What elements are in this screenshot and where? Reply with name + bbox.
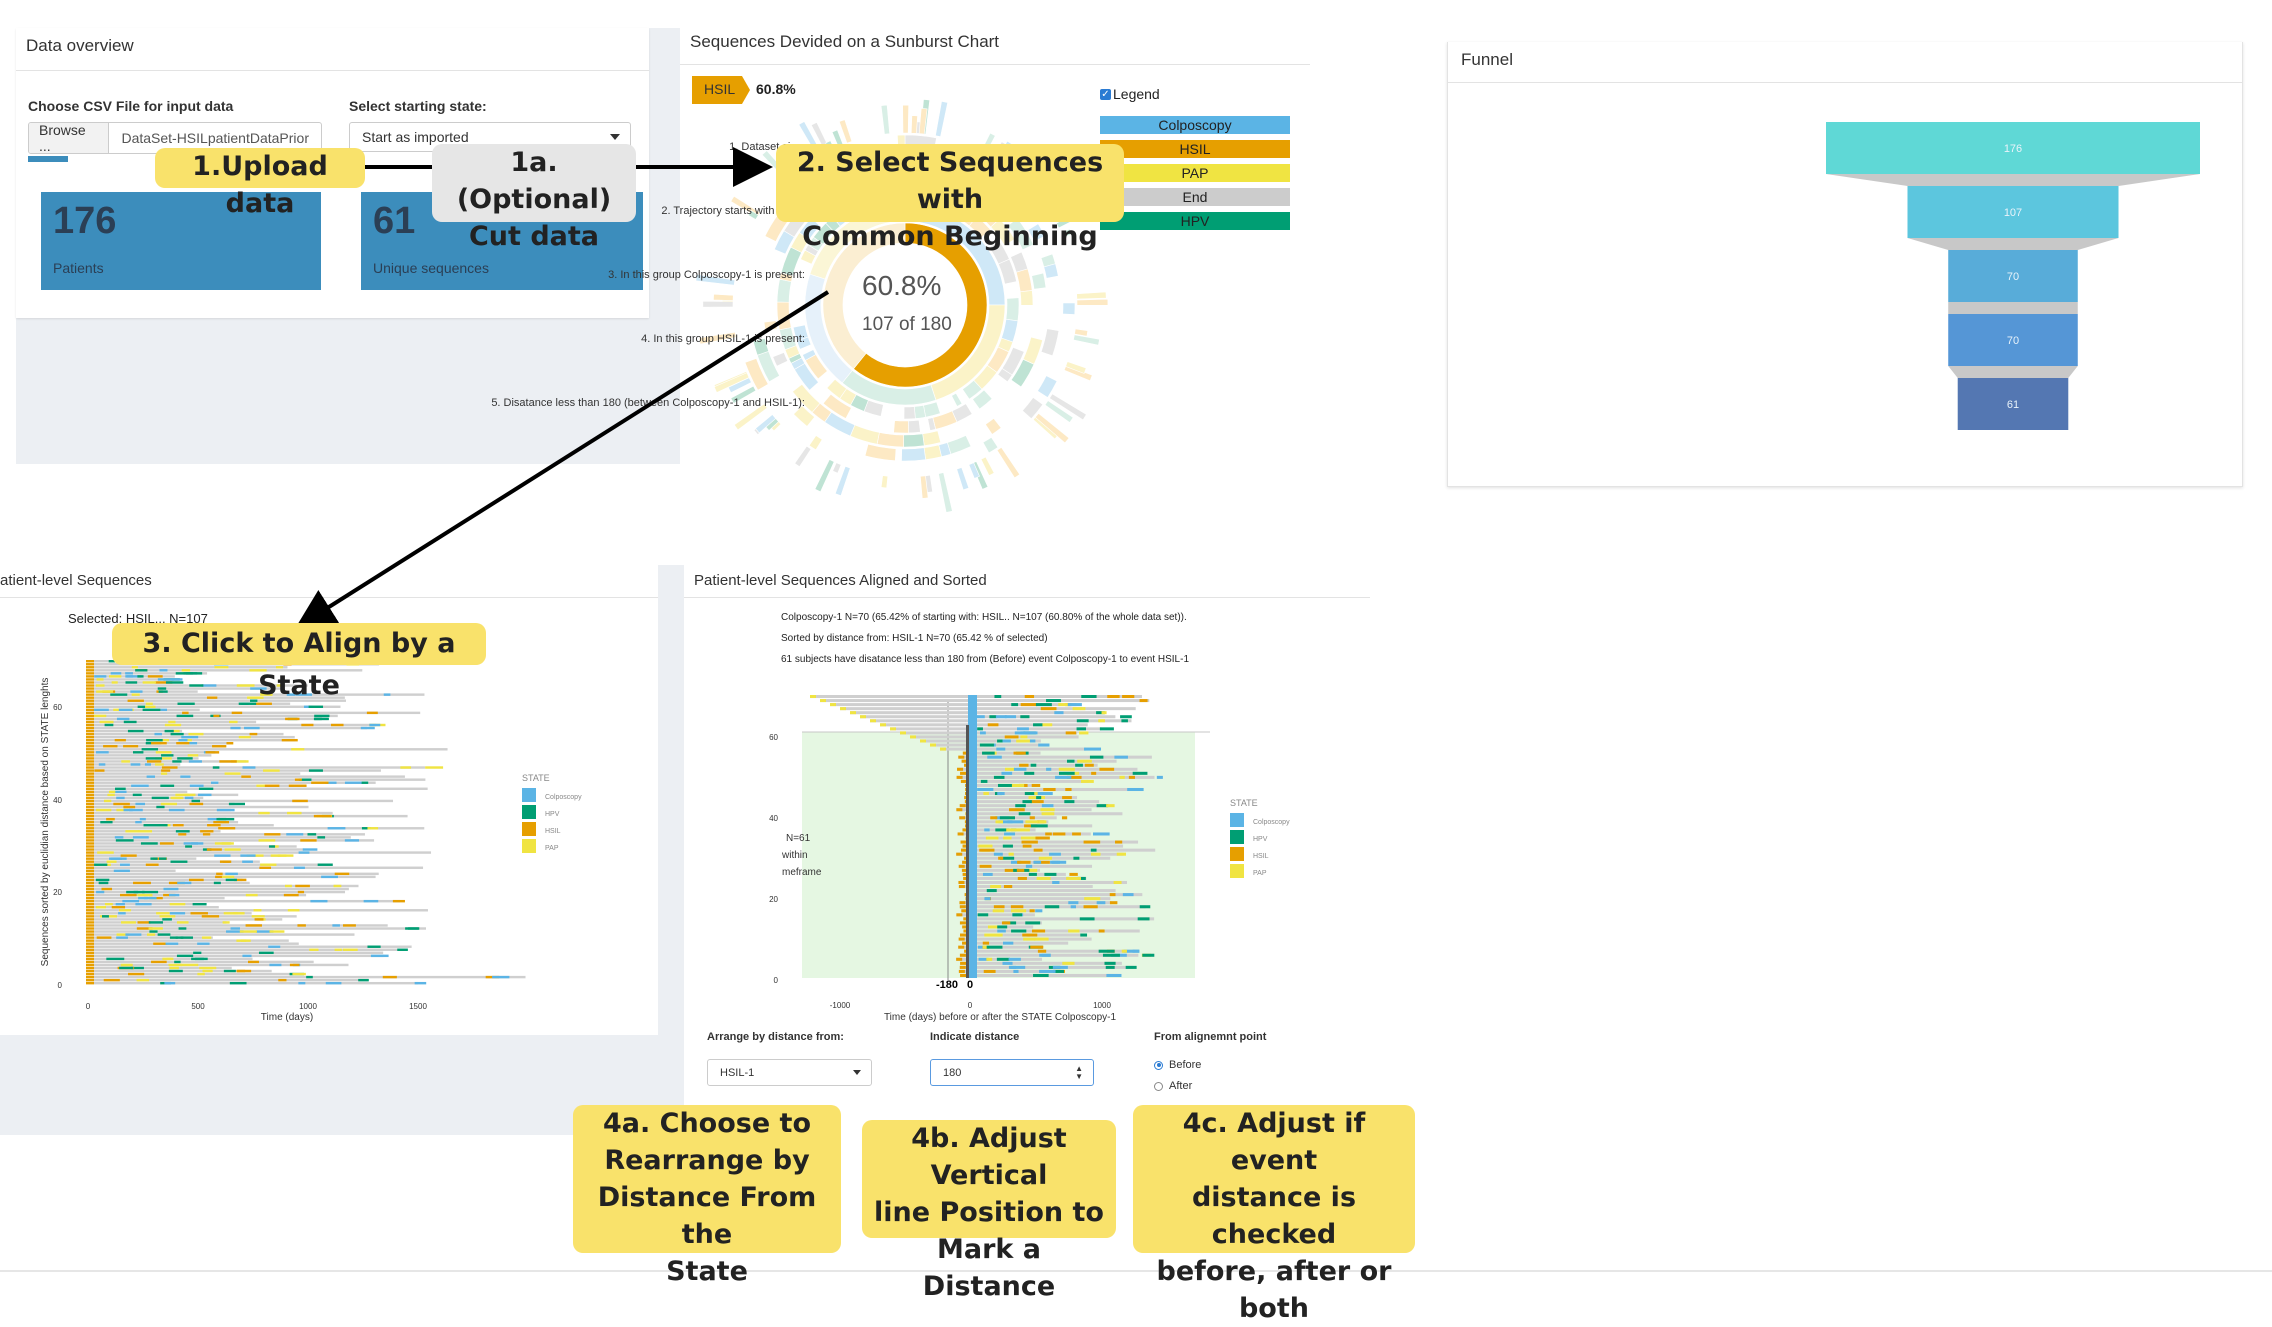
before-label: Before	[1169, 1059, 1202, 1071]
after-radio[interactable]: After	[1154, 1080, 1192, 1092]
data-overview-title: Data overview	[26, 36, 134, 55]
sunburst-arc	[924, 474, 933, 493]
point-label: From alignemnt point	[1154, 1031, 1267, 1043]
callout-4a-line4: State	[666, 1256, 748, 1287]
before-radio[interactable]: Before	[1154, 1059, 1201, 1071]
divider	[680, 64, 1310, 65]
funnel-stage-label: 5. Disatance less than 180 (between Colp…	[491, 397, 805, 409]
after-label: After	[1169, 1080, 1193, 1092]
legend-item-hpv: HPV	[1100, 212, 1290, 230]
sunburst-arc	[920, 475, 929, 499]
unique-sequences-label: Unique sequences	[373, 260, 489, 276]
divider	[1448, 82, 2242, 83]
patients-count: 176	[53, 200, 117, 242]
arrange-label: Arrange by distance from:	[707, 1031, 844, 1043]
callout-upload: 1.Upload data	[155, 148, 365, 219]
aligned-info-line3: 61 subjects have disatance less than 180…	[781, 654, 1190, 665]
legend-item-end: End	[1100, 188, 1290, 206]
breadcrumb[interactable]: HSIL 60.8%	[692, 76, 796, 109]
chevron-down-icon	[610, 134, 620, 140]
divider	[684, 597, 1370, 598]
distance-label: Indicate distance	[930, 1031, 1020, 1043]
aligned-panel: Patient-level Sequences Aligned and Sort…	[684, 565, 1370, 1110]
callout-align: 3. Click to Align by a State	[112, 623, 486, 701]
legend-checkbox-label: Legend	[1113, 86, 1160, 102]
chevron-down-icon	[853, 1069, 861, 1075]
callout-cut: 1a. (Optional) Cut data	[432, 144, 636, 252]
arrange-value: HSIL-1	[720, 1066, 755, 1079]
breadcrumb-label: HSIL	[704, 81, 736, 97]
callout-4b-line2: line Position to	[874, 1197, 1104, 1228]
browse-button[interactable]: Browse ...	[29, 123, 110, 153]
funnel-stage-label: 3. In this group Colposcopy-1 is present…	[608, 269, 805, 281]
callout-4a-line1: 4a. Choose to	[602, 1108, 812, 1139]
legend-item-colposcopy: Colposcopy	[1100, 116, 1290, 134]
file-name: DataSet-HSILpatientDataPrior	[121, 130, 309, 146]
radio-selected-icon	[1154, 1060, 1163, 1070]
stepper-icon[interactable]: ▲ ▼	[1075, 1065, 1083, 1081]
distance-input[interactable]: 180 ▲ ▼	[930, 1059, 1094, 1086]
funnel-title: Funnel	[1461, 50, 1513, 69]
arrange-select[interactable]: HSIL-1	[707, 1059, 872, 1086]
start-state-value: Start as imported	[362, 129, 469, 145]
callout-4c-line2: distance is checked	[1191, 1182, 1357, 1250]
sunburst-title: Sequences Devided on a Sunburst Chart	[690, 32, 1000, 51]
sunburst-arc	[834, 465, 851, 497]
breadcrumb-percent: 60.8%	[756, 81, 796, 97]
file-input-label: Choose CSV File for input data	[28, 98, 234, 114]
divider	[0, 597, 658, 598]
page-bottom-divider	[0, 1270, 2272, 1272]
aligned-left-strip	[664, 565, 684, 1135]
divider	[16, 70, 649, 71]
callout-select-line1: 2. Select Sequences with	[796, 147, 1104, 215]
radio-unselected-icon	[1154, 1081, 1163, 1091]
callout-select: 2. Select Sequences with Common Beginnin…	[776, 144, 1124, 252]
sunburst-arc	[956, 467, 970, 491]
patient-seq-title: atient-level Sequences	[0, 572, 152, 589]
sunburst-center-count: 107 of 180	[862, 314, 952, 335]
callout-4a-line3: Distance From the	[597, 1182, 817, 1250]
sunburst-arc	[880, 475, 889, 489]
legend-item-pap: PAP	[1100, 164, 1290, 182]
legend-checkbox[interactable]: ✓ Legend	[1100, 86, 1160, 102]
callout-4c-line3: before, after or	[1156, 1256, 1392, 1287]
start-state-label: Select starting state:	[349, 98, 487, 114]
legend-item-hsil: HSIL	[1100, 140, 1290, 158]
aligned-info-line1: Colposcopy-1 N=70 (65.42% of starting wi…	[781, 612, 1187, 623]
callout-4b-line1: 4b. Adjust Vertical	[911, 1123, 1067, 1191]
distance-value: 180	[943, 1066, 962, 1079]
sunburst-center-percent: 60.8%	[862, 270, 942, 301]
callout-cut-line1: 1a. (Optional)	[456, 147, 612, 215]
callout-cut-line2: Cut data	[468, 221, 600, 252]
callout-4b-line3: Mark a Distance	[922, 1234, 1056, 1302]
callout-4c: 4c. Adjust if event distance is checked …	[1133, 1105, 1415, 1324]
sunburst-arc	[938, 472, 953, 513]
upload-progress-bar	[28, 156, 68, 162]
patients-label: Patients	[53, 260, 104, 276]
funnel-panel: Funnel	[1447, 42, 2243, 487]
unique-sequences-count: 61	[373, 200, 416, 242]
aligned-title: Patient-level Sequences Aligned and Sort…	[694, 572, 987, 589]
callout-4c-line4: both	[1238, 1293, 1309, 1324]
callout-4a: 4a. Choose to Rearrange by Distance From…	[573, 1105, 841, 1287]
callout-select-line2: Common Beginning	[802, 221, 1098, 252]
callout-4b: 4b. Adjust Vertical line Position to Mar…	[862, 1120, 1116, 1302]
funnel-stage-label: 4. In this group HSIL-1 is present:	[641, 333, 805, 345]
callout-4c-line1: 4c. Adjust if event	[1182, 1108, 1366, 1176]
checkbox-checked-icon: ✓	[1100, 88, 1111, 100]
callout-4a-line2: Rearrange by	[604, 1145, 810, 1176]
aligned-info-line2: Sorted by distance from: HSIL-1 N=70 (65…	[781, 633, 1048, 644]
